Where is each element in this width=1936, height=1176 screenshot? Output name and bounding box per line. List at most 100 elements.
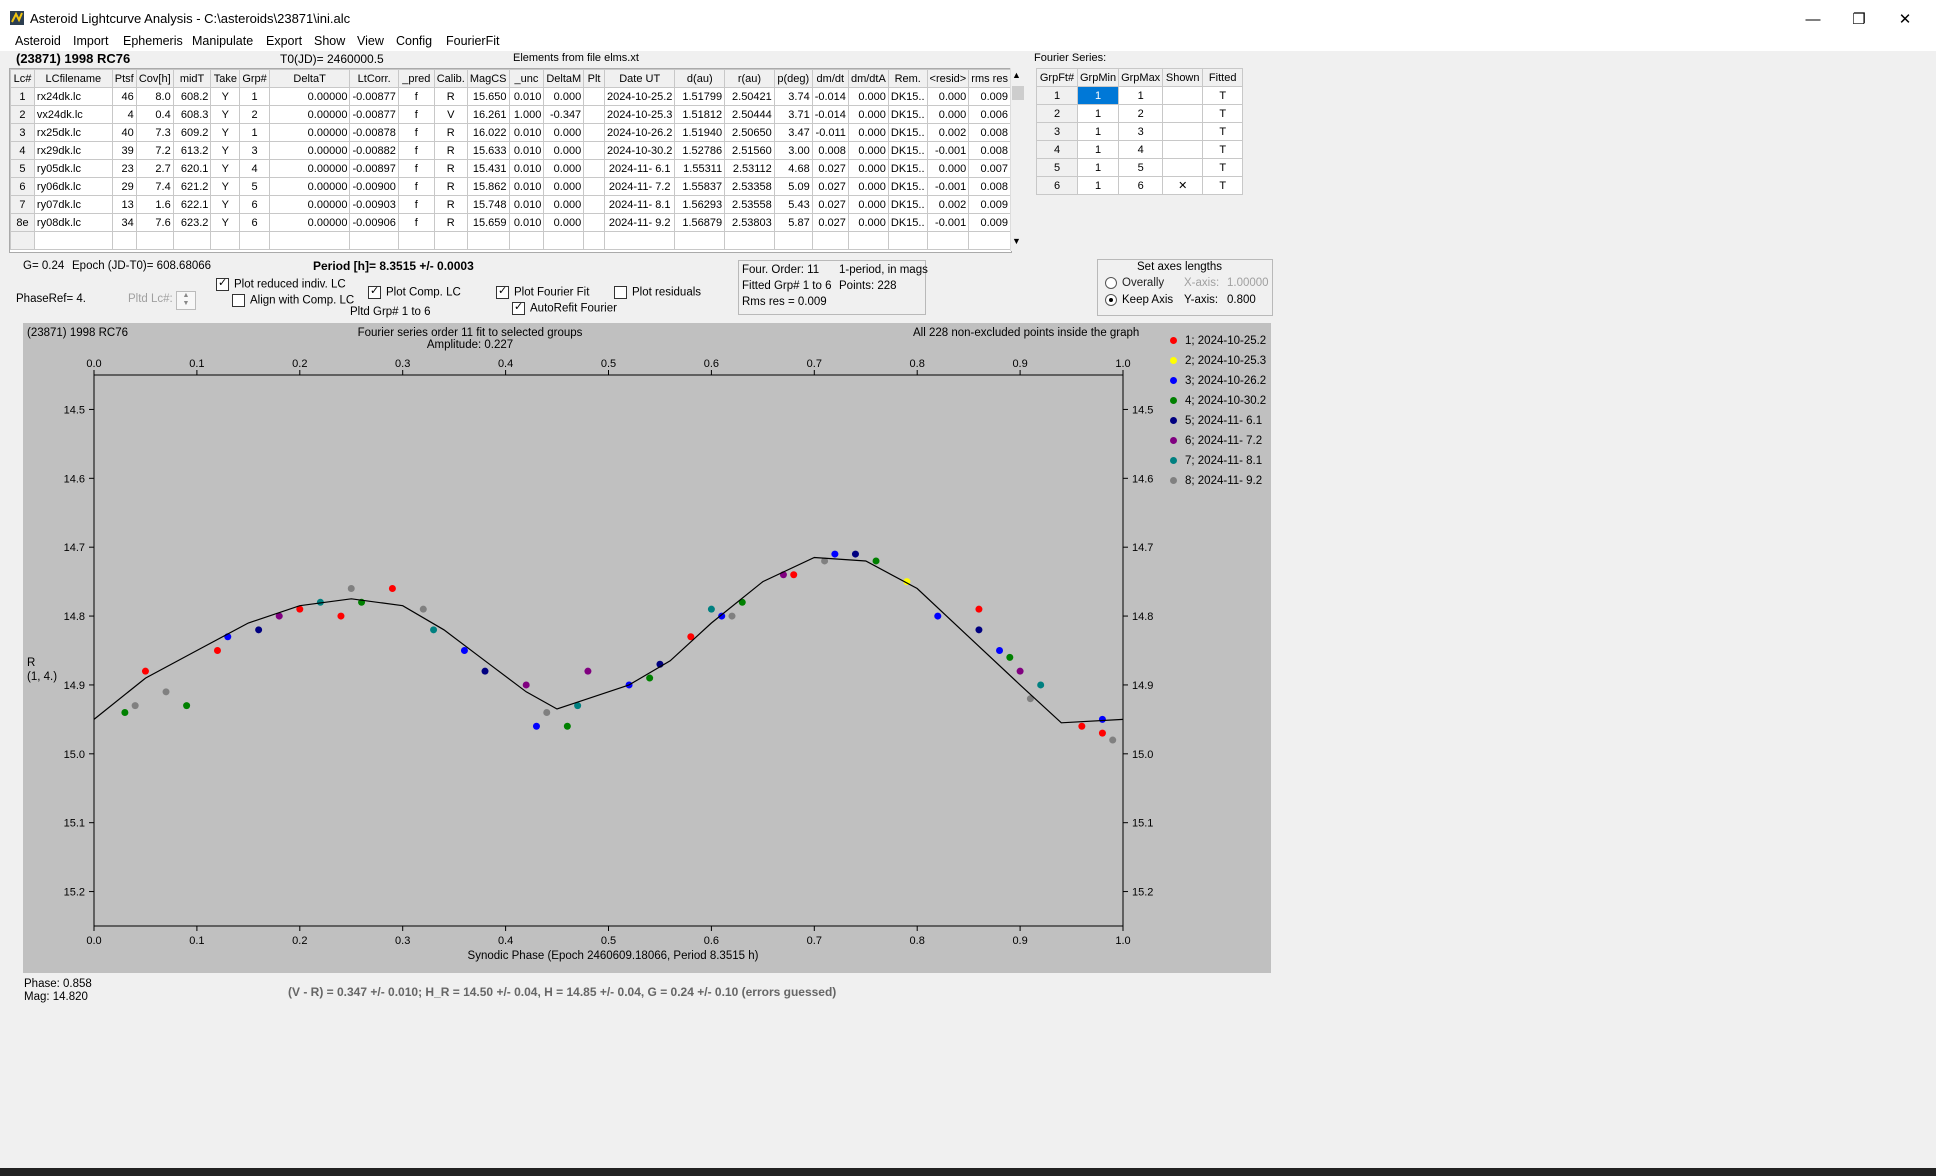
- lc-cell[interactable]: 0.000: [926, 105, 970, 124]
- lc-cell[interactable]: Y: [210, 159, 241, 178]
- lc-cell[interactable]: 3.00: [773, 141, 813, 160]
- fourier-cell[interactable]: 1: [1076, 122, 1120, 141]
- lc-cell[interactable]: 15.862: [466, 177, 510, 196]
- lc-col-header[interactable]: Ptsf: [111, 69, 137, 88]
- lc-col-header[interactable]: p(deg): [773, 69, 813, 88]
- lc-cell[interactable]: ry06dk.lc: [33, 177, 113, 196]
- lc-cell[interactable]: [172, 231, 212, 250]
- plot-fourier-checkbox[interactable]: Plot Fourier Fit: [496, 284, 589, 299]
- fourier-cell[interactable]: [1162, 158, 1204, 177]
- lc-col-header[interactable]: rms res: [968, 69, 1011, 88]
- fourier-cell[interactable]: T: [1202, 158, 1244, 177]
- lc-cell[interactable]: DK15..: [887, 141, 928, 160]
- lc-col-header[interactable]: Take: [210, 69, 241, 88]
- lc-col-header[interactable]: r(au): [724, 69, 775, 88]
- fourier-cell[interactable]: T: [1202, 104, 1244, 123]
- lc-cell[interactable]: 16.022: [466, 123, 510, 142]
- lc-table-row[interactable]: 2 vx24dk.lc 4 0.4 608.3 Y 2 0.00000 -0.00877 f V 16…: [10, 105, 1011, 124]
- lc-cell[interactable]: -0.00878: [349, 123, 399, 142]
- lc-cell[interactable]: 0.010: [508, 177, 545, 196]
- lc-cell[interactable]: 8.0: [135, 87, 174, 106]
- lc-table-row[interactable]: 1 rx24dk.lc 46 8.0 608.2 Y 1 0.00000 -0.00877 f R 1…: [10, 87, 1011, 106]
- lc-cell[interactable]: 7.4: [135, 177, 174, 196]
- overally-radio[interactable]: Overally: [1105, 277, 1164, 289]
- lc-cell[interactable]: [583, 159, 605, 178]
- menu-export[interactable]: Export: [266, 34, 302, 48]
- lc-cell[interactable]: f: [397, 105, 435, 124]
- fourier-cell[interactable]: T: [1202, 176, 1244, 195]
- fourier-table-row[interactable]: 212 T: [1036, 104, 1244, 123]
- menu-show[interactable]: Show: [314, 34, 345, 48]
- menu-asteroid[interactable]: Asteroid: [15, 34, 61, 48]
- lc-cell[interactable]: 0.00000: [268, 87, 351, 106]
- lc-cell[interactable]: -0.011: [811, 123, 849, 142]
- lc-col-header[interactable]: DeltaT: [268, 69, 351, 88]
- checkbox-unchecked-icon[interactable]: [232, 294, 245, 307]
- lc-cell[interactable]: -0.00877: [349, 105, 399, 124]
- lc-cell[interactable]: V: [433, 105, 468, 124]
- fourier-cell[interactable]: 5: [1118, 158, 1164, 177]
- lc-cell[interactable]: [543, 231, 585, 250]
- lc-cell[interactable]: 4: [111, 105, 137, 124]
- lc-cell[interactable]: 0.002: [926, 195, 970, 214]
- lc-cell[interactable]: 1.55837: [674, 177, 726, 196]
- lc-cell[interactable]: 0.00000: [268, 195, 351, 214]
- lc-cell[interactable]: 0.010: [508, 195, 545, 214]
- lc-cell[interactable]: 0.000: [847, 159, 889, 178]
- lc-cell[interactable]: -0.00903: [349, 195, 399, 214]
- lc-cell[interactable]: f: [397, 213, 435, 232]
- lc-cell[interactable]: 3.71: [773, 105, 813, 124]
- lc-col-header[interactable]: d(au): [674, 69, 726, 88]
- lc-cell[interactable]: 1.56879: [674, 213, 726, 232]
- lc-cell[interactable]: 15.650: [466, 87, 510, 106]
- lc-cell[interactable]: [887, 231, 928, 250]
- x-axis-value[interactable]: 1.00000: [1227, 277, 1269, 289]
- lc-table-row[interactable]: 7 ry07dk.lc 13 1.6 622.1 Y 6 0.00000 -0.00903 f R 1…: [10, 195, 1011, 214]
- radio-off-icon[interactable]: [1105, 277, 1117, 289]
- lc-cell[interactable]: 23: [111, 159, 137, 178]
- lc-cell[interactable]: 5.43: [773, 195, 813, 214]
- fourier-cell[interactable]: ✕: [1162, 176, 1204, 195]
- lc-cell[interactable]: 2024-10-30.2: [603, 141, 676, 160]
- lc-table-row[interactable]: 4 rx29dk.lc 39 7.2 613.2 Y 3 0.00000 -0.00882 f R 1…: [10, 141, 1011, 160]
- lc-cell[interactable]: 0.010: [508, 87, 545, 106]
- lc-cell[interactable]: rx29dk.lc: [33, 141, 113, 160]
- lc-cell[interactable]: 3.47: [773, 123, 813, 142]
- lc-cell[interactable]: 0.000: [926, 159, 970, 178]
- checkbox-checked-icon[interactable]: [368, 284, 381, 299]
- lc-col-header[interactable]: Cov[h]: [135, 69, 174, 88]
- lc-cell[interactable]: 0.000: [847, 141, 889, 160]
- lc-cell[interactable]: 1.52786: [674, 141, 726, 160]
- lc-cell[interactable]: [583, 213, 605, 232]
- autorefit-checkbox[interactable]: AutoRefit Fourier: [512, 300, 617, 315]
- lc-cell[interactable]: -0.014: [811, 87, 849, 106]
- lc-cell[interactable]: 1.6: [135, 195, 174, 214]
- fourier-cell[interactable]: T: [1202, 140, 1244, 159]
- lc-cell[interactable]: DK15..: [887, 177, 928, 196]
- lc-cell[interactable]: 0.00000: [268, 123, 351, 142]
- fourier-col-header[interactable]: Shown: [1162, 68, 1204, 87]
- fourier-cell[interactable]: [1162, 140, 1204, 159]
- lc-cell[interactable]: vx24dk.lc: [33, 105, 113, 124]
- lc-cell[interactable]: [926, 231, 970, 250]
- lc-cell[interactable]: 2.51560: [724, 141, 775, 160]
- lc-cell[interactable]: 0.000: [847, 105, 889, 124]
- lc-cell[interactable]: 0.008: [811, 141, 849, 160]
- lc-cell[interactable]: 1.51812: [674, 105, 726, 124]
- lc-cell[interactable]: 0.010: [508, 159, 545, 178]
- fourier-cell[interactable]: [1162, 104, 1204, 123]
- lc-cell[interactable]: R: [433, 159, 468, 178]
- lc-cell[interactable]: [268, 231, 351, 250]
- fourier-cell[interactable]: [1162, 122, 1204, 141]
- fourier-col-header[interactable]: Fitted: [1202, 68, 1244, 87]
- lc-cell[interactable]: 0.00000: [268, 105, 351, 124]
- fourier-table-row[interactable]: 414 T: [1036, 140, 1244, 159]
- lc-cell[interactable]: 1: [239, 87, 270, 106]
- lc-cell[interactable]: Y: [210, 177, 241, 196]
- lc-cell[interactable]: 0.000: [543, 123, 585, 142]
- lc-col-header[interactable]: MagCS: [466, 69, 510, 88]
- lc-cell[interactable]: 6: [239, 213, 270, 232]
- lc-cell[interactable]: -0.00882: [349, 141, 399, 160]
- lc-cell[interactable]: [603, 231, 676, 250]
- lc-cell[interactable]: 6: [239, 195, 270, 214]
